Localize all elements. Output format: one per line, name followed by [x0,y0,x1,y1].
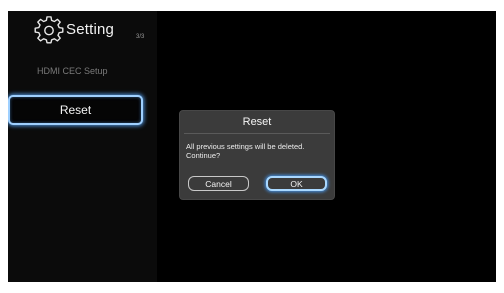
settings-header: Setting [34,11,114,51]
tv-screen: Setting 3/3 HDMI CEC Setup Reset Reset A… [8,11,496,282]
dialog-divider [184,133,330,134]
sidebar-item-hdmi-cec-setup[interactable]: HDMI CEC Setup [37,66,108,76]
cancel-button-label: Cancel [205,178,232,189]
sidebar-item-label: Reset [59,103,92,117]
ok-button-label: OK [290,178,303,189]
ok-button[interactable]: OK [266,176,327,191]
gear-icon [34,16,64,44]
settings-sidebar: Setting 3/3 HDMI CEC Setup Reset [8,11,157,282]
sidebar-item-label: HDMI CEC Setup [37,66,108,76]
dialog-title: Reset [242,116,272,128]
page-title: Setting [66,20,115,38]
cancel-button[interactable]: Cancel [188,176,249,191]
page-indicator: 3/3 [136,34,145,40]
dialog-message: All previous settings will be deleted. C… [186,142,305,160]
sidebar-item-reset[interactable]: Reset [8,95,143,125]
reset-dialog: Reset All previous settings will be dele… [179,110,335,200]
